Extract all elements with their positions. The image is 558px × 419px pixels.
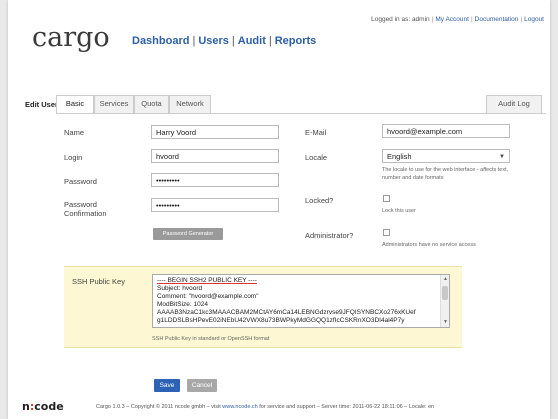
password-confirm-field[interactable]: ••••••••• xyxy=(151,198,279,212)
app-window: cargo Dashboard | Users | Audit | Reports Logg… xyxy=(8,0,550,419)
locale-value: English xyxy=(387,152,412,161)
footer-text: Cargo 1.0.3 – Copyright © 2011 ncode gmb… xyxy=(96,404,434,410)
ncode-logo: n:code xyxy=(22,400,64,413)
locale-hint-line1: The locale to use for the web interface … xyxy=(382,167,509,173)
ssh-line-text: ---- BEGIN SSH2 PUBLIC KEY ---- xyxy=(157,277,257,284)
main-nav: Dashboard | Users | Audit | Reports xyxy=(132,35,316,47)
ssh-textarea-scrollbar[interactable]: ▲ ▼ xyxy=(440,275,449,327)
user-bar: Logged in as: admin | My Account | Documenta… xyxy=(371,16,544,23)
ncode-website-link[interactable]: www.ncode.ch xyxy=(222,404,257,410)
footer-server-info: for service and support – Server time: 2… xyxy=(257,404,435,410)
tab-audit-log[interactable]: Audit Log xyxy=(486,95,542,113)
documentation-link[interactable]: Documentation xyxy=(475,16,519,23)
ssh-line: ---- BEGIN SSH2 PUBLIC KEY ---- xyxy=(157,277,435,285)
password-generator-button[interactable]: Password Generator xyxy=(153,228,223,240)
ssh-key-label: SSH Public Key xyxy=(72,277,125,286)
cargo-logo: cargo xyxy=(32,22,110,53)
locked-checkbox[interactable] xyxy=(383,195,390,202)
ncode-logo-n: n xyxy=(22,400,30,413)
tab-network[interactable]: Network xyxy=(169,95,211,113)
scroll-down-icon[interactable]: ▼ xyxy=(442,319,449,326)
login-label: Login xyxy=(64,153,83,162)
locale-label: Locale xyxy=(305,153,328,162)
logout-link[interactable]: Logout xyxy=(524,16,544,23)
name-field[interactable]: Harry Voord xyxy=(151,125,279,139)
admin-hint: Administrators have no service access xyxy=(382,242,476,248)
nav-users[interactable]: Users xyxy=(198,35,229,47)
ssh-line: ModBitSize: 1024 xyxy=(157,301,208,308)
ssh-line: g1LDDSLBsHPevE02iNEbU42VWX8u73BWPkyMdGGQ… xyxy=(157,317,405,324)
password-confirm-label: Password Confirmation xyxy=(64,200,107,218)
nav-separator: | xyxy=(231,35,235,47)
locale-hint-line2: number and date formats xyxy=(382,175,444,181)
ssh-key-textarea[interactable]: ---- BEGIN SSH2 PUBLIC KEY ---- Subject:… xyxy=(152,274,450,328)
nav-audit[interactable]: Audit xyxy=(238,35,266,47)
nav-separator: | xyxy=(192,35,196,47)
password-confirm-label-line1: Password xyxy=(64,200,97,209)
ssh-line: Subject: hvoord xyxy=(157,285,203,292)
scroll-thumb[interactable] xyxy=(442,286,448,300)
nav-reports[interactable]: Reports xyxy=(275,35,317,47)
email-label: E-Mail xyxy=(305,128,327,137)
ssh-line: Comment: "hvoord@example.com" xyxy=(157,293,259,300)
email-field[interactable]: hvoord@example.com xyxy=(382,124,510,138)
login-field[interactable]: hvoord xyxy=(151,149,279,163)
locale-hint: The locale to use for the web interface … xyxy=(382,166,508,182)
save-button[interactable]: Save xyxy=(154,379,180,392)
admin-checkbox[interactable] xyxy=(383,229,390,236)
ssh-line: AAAAB3NzaC1kc3MAAACBAM2MCtAY6mCa14LEBNGd… xyxy=(157,309,416,316)
my-account-link[interactable]: My Account xyxy=(435,16,469,23)
ncode-logo-rest: code xyxy=(34,400,64,413)
cancel-button[interactable]: Cancel xyxy=(187,379,217,392)
ssh-key-hint: SSH Public Key in standard or OpenSSH fo… xyxy=(152,336,270,342)
locale-select[interactable]: English ▼ xyxy=(382,149,510,163)
tab-quota[interactable]: Quota xyxy=(134,95,169,113)
logged-in-text: Logged in as: admin xyxy=(371,16,430,23)
nav-dashboard[interactable]: Dashboard xyxy=(132,35,189,47)
password-confirm-label-line2: Confirmation xyxy=(64,209,107,218)
tab-services[interactable]: Services xyxy=(94,95,134,113)
admin-label: Administrator? xyxy=(305,231,354,240)
nav-separator: | xyxy=(268,35,272,47)
password-field[interactable]: ••••••••• xyxy=(151,173,279,187)
scroll-up-icon[interactable]: ▲ xyxy=(442,276,449,283)
locked-label: Locked? xyxy=(305,196,334,205)
password-label: Password xyxy=(64,177,97,186)
locked-hint: Lock this user xyxy=(382,208,416,214)
footer-copyright: Cargo 1.0.3 – Copyright © 2011 ncode gmb… xyxy=(96,404,223,410)
chevron-down-icon: ▼ xyxy=(499,154,505,160)
tab-basic[interactable]: Basic xyxy=(56,95,94,114)
name-label: Name xyxy=(64,128,85,137)
